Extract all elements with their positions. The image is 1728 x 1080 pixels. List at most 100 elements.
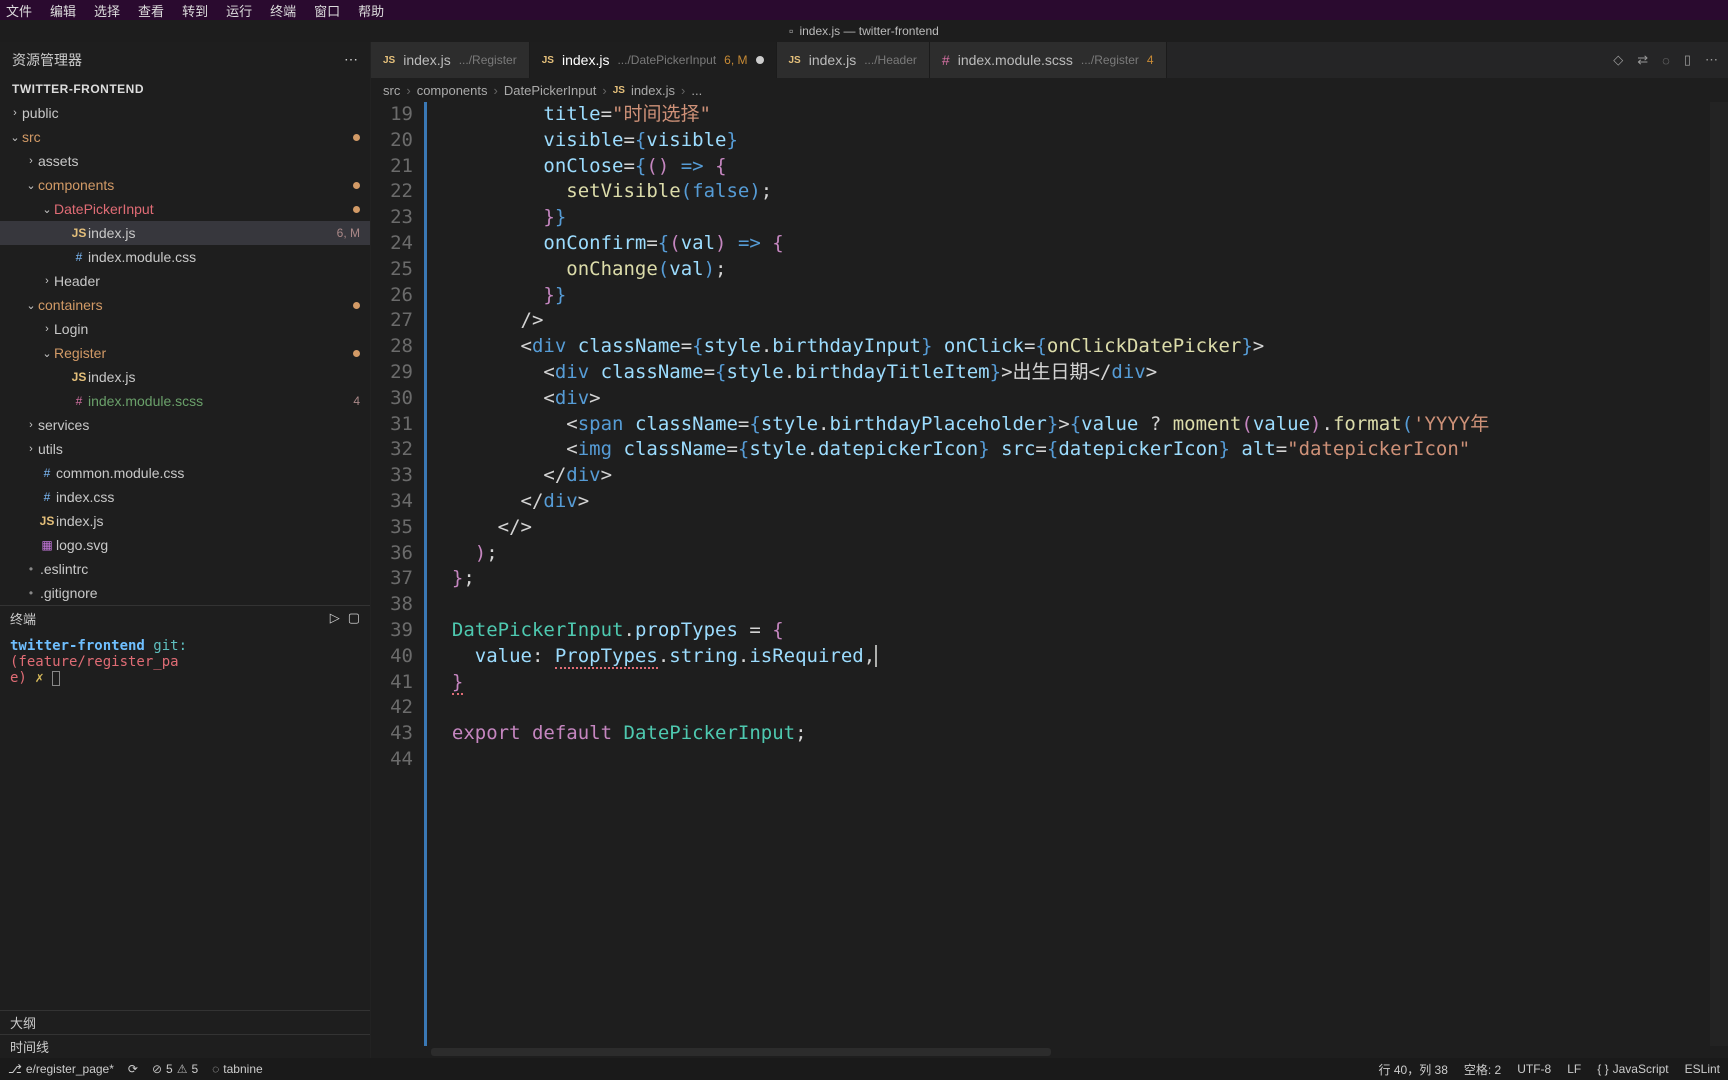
tree-item-services[interactable]: ›services xyxy=(0,413,370,437)
tab-index.js-.../Header[interactable]: JSindex.js.../Header xyxy=(777,42,930,78)
indentation-status[interactable]: 空格: 2 xyxy=(1464,1061,1501,1078)
breadcrumb-item[interactable]: index.js xyxy=(631,83,675,98)
tree-item-Login[interactable]: ›Login xyxy=(0,317,370,341)
language-mode[interactable]: { } JavaScript xyxy=(1597,1062,1668,1076)
menu-运行[interactable]: 运行 xyxy=(226,1,252,20)
code-line[interactable]: } xyxy=(429,670,1710,696)
terminal-action-icon[interactable]: ▷ xyxy=(330,610,340,626)
code-line[interactable]: setVisible(false); xyxy=(429,179,1710,205)
tree-item-index.js[interactable]: JSindex.js6, M xyxy=(0,221,370,245)
code-line[interactable]: </div> xyxy=(429,489,1710,515)
code-line[interactable]: </> xyxy=(429,515,1710,541)
problems-status[interactable]: ⊘ 5 ⚠ 5 xyxy=(152,1062,198,1076)
menu-选择[interactable]: 选择 xyxy=(94,1,120,20)
code-line[interactable]: <div> xyxy=(429,386,1710,412)
run-icon[interactable]: ◌ xyxy=(1662,53,1670,68)
tree-item-utils[interactable]: ›utils xyxy=(0,437,370,461)
menu-编辑[interactable]: 编辑 xyxy=(50,1,76,20)
tab-index.module.scss-.../Register[interactable]: #index.module.scss.../Register4 xyxy=(930,42,1167,78)
tree-item-.eslintrc[interactable]: •.eslintrc xyxy=(0,557,370,581)
code-line[interactable]: }} xyxy=(429,205,1710,231)
breadcrumb-item[interactable]: components xyxy=(417,83,488,98)
menu-查看[interactable]: 查看 xyxy=(138,1,164,20)
tree-item-assets[interactable]: ›assets xyxy=(0,149,370,173)
js-icon: JS xyxy=(383,55,395,66)
editor-code[interactable]: title="时间选择" visible={visible} onClose={… xyxy=(427,102,1710,1046)
chevron-icon: ⌄ xyxy=(8,131,22,144)
breadcrumb-item[interactable]: src xyxy=(383,83,400,98)
git-branch-status[interactable]: ⎇ e/register_page* xyxy=(8,1062,114,1076)
code-line[interactable]: <div className={style.birthdayInput} onC… xyxy=(429,334,1710,360)
code-line[interactable]: title="时间选择" xyxy=(429,102,1710,128)
code-line[interactable]: <img className={style.datepickerIcon} sr… xyxy=(429,437,1710,463)
encoding-status[interactable]: UTF-8 xyxy=(1517,1062,1551,1076)
code-line[interactable]: value: PropTypes.string.isRequired, xyxy=(429,644,1710,670)
tree-item-containers[interactable]: ⌄containers xyxy=(0,293,370,317)
code-line[interactable]: onConfirm={(val) => { xyxy=(429,231,1710,257)
tree-item-index.js[interactable]: JSindex.js xyxy=(0,509,370,533)
code-line[interactable]: <div className={style.birthdayTitleItem}… xyxy=(429,360,1710,386)
editor[interactable]: 1920212223242526272829303132333435363738… xyxy=(371,102,1728,1046)
tree-label: index.module.css xyxy=(88,249,370,265)
code-line[interactable]: }} xyxy=(429,283,1710,309)
code-line[interactable]: /> xyxy=(429,308,1710,334)
file-icon: ▫ xyxy=(789,24,793,38)
tree-item-index.module.scss[interactable]: #index.module.scss4 xyxy=(0,389,370,413)
split-icon[interactable]: ▯ xyxy=(1684,52,1691,68)
menu-终端[interactable]: 终端 xyxy=(270,1,296,20)
project-title[interactable]: TWITTER-FRONTEND xyxy=(0,77,370,101)
minimap[interactable] xyxy=(1710,102,1728,1046)
more-icon[interactable]: ⋯ xyxy=(1705,52,1718,68)
terminal-body[interactable]: twitter-frontend git: (feature/register_… xyxy=(0,630,370,1010)
code-line[interactable]: DatePickerInput.propTypes = { xyxy=(429,618,1710,644)
js-icon: JS xyxy=(38,514,56,528)
horizontal-scrollbar[interactable] xyxy=(371,1046,1728,1058)
sync-status[interactable]: ⟳ xyxy=(128,1062,138,1076)
code-line[interactable]: visible={visible} xyxy=(429,128,1710,154)
tree-item-Register[interactable]: ⌄Register xyxy=(0,341,370,365)
compare-icon[interactable]: ⇄ xyxy=(1637,52,1648,68)
tree-item-public[interactable]: ›public xyxy=(0,101,370,125)
code-line[interactable]: ); xyxy=(429,541,1710,567)
tree-item-common.module.css[interactable]: #common.module.css xyxy=(0,461,370,485)
code-line[interactable] xyxy=(429,695,1710,721)
tab-index.js-.../Register[interactable]: JSindex.js.../Register xyxy=(371,42,530,78)
more-icon[interactable]: ⋯ xyxy=(344,51,358,68)
menu-文件[interactable]: 文件 xyxy=(6,1,32,20)
tab-index.js-.../DatePickerInput[interactable]: JSindex.js.../DatePickerInput6, M xyxy=(530,42,777,78)
tree-item-Header[interactable]: ›Header xyxy=(0,269,370,293)
diff-icon[interactable]: ◇ xyxy=(1613,52,1623,68)
terminal-action-icon[interactable]: ▢ xyxy=(348,610,360,626)
menu-窗口[interactable]: 窗口 xyxy=(314,1,340,20)
tree-item-index.js[interactable]: JSindex.js xyxy=(0,365,370,389)
tree-item-components[interactable]: ⌄components xyxy=(0,173,370,197)
js-icon: JS xyxy=(542,55,554,66)
line-number: 28 xyxy=(371,334,413,360)
code-line[interactable]: </div> xyxy=(429,463,1710,489)
code-line[interactable]: onClose={() => { xyxy=(429,154,1710,180)
breadcrumb[interactable]: src›components›DatePickerInput›JS index.… xyxy=(371,78,1728,102)
code-line[interactable]: onChange(val); xyxy=(429,257,1710,283)
outline-section[interactable]: 大纲 xyxy=(0,1010,370,1034)
eslint-status[interactable]: ESLint xyxy=(1685,1062,1720,1076)
menu-转到[interactable]: 转到 xyxy=(182,1,208,20)
code-line[interactable]: }; xyxy=(429,566,1710,592)
code-line[interactable] xyxy=(429,747,1710,773)
tree-item-index.module.css[interactable]: #index.module.css xyxy=(0,245,370,269)
code-line[interactable]: <span className={style.birthdayPlacehold… xyxy=(429,412,1710,438)
tree-item-DatePickerInput[interactable]: ⌄DatePickerInput xyxy=(0,197,370,221)
breadcrumb-item[interactable]: DatePickerInput xyxy=(504,83,597,98)
timeline-section[interactable]: 时间线 xyxy=(0,1034,370,1058)
breadcrumb-item[interactable]: ... xyxy=(691,83,702,98)
code-line[interactable]: export default DatePickerInput; xyxy=(429,721,1710,747)
tabnine-status[interactable]: ◌ tabnine xyxy=(212,1062,263,1076)
tree-item-index.css[interactable]: #index.css xyxy=(0,485,370,509)
tree-item-src[interactable]: ⌄src xyxy=(0,125,370,149)
scrollbar-thumb[interactable] xyxy=(431,1048,1051,1056)
code-line[interactable] xyxy=(429,592,1710,618)
tree-item-.gitignore[interactable]: •.gitignore xyxy=(0,581,370,605)
tree-item-logo.svg[interactable]: ▦logo.svg xyxy=(0,533,370,557)
eol-status[interactable]: LF xyxy=(1567,1062,1581,1076)
cursor-position[interactable]: 行 40，列 38 xyxy=(1379,1061,1448,1078)
menu-帮助[interactable]: 帮助 xyxy=(358,1,384,20)
